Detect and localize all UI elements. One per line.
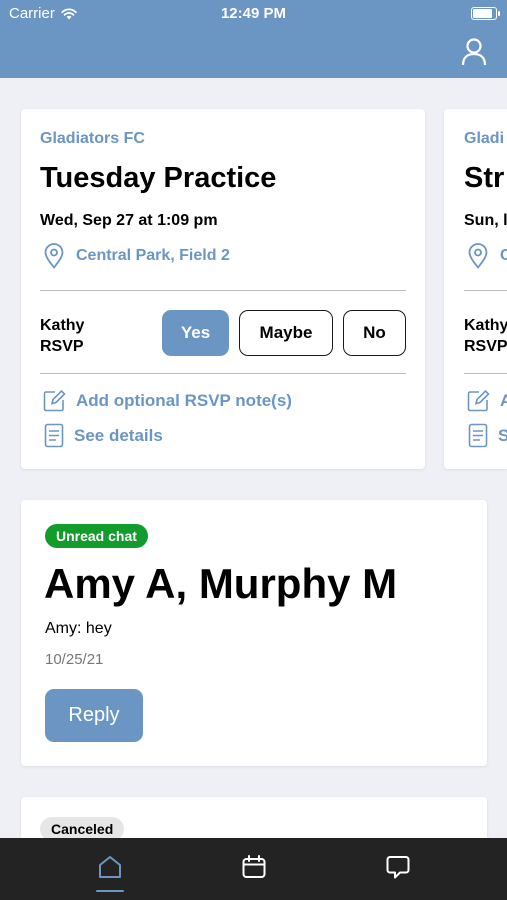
document-icon xyxy=(468,423,488,448)
chat-card[interactable]: Unread chat Amy A, Murphy M Amy: hey 10/… xyxy=(21,500,487,766)
clock: 12:49 PM xyxy=(220,5,287,22)
event-location[interactable]: Central Park, Field 2 xyxy=(44,243,230,269)
team-name[interactable]: Gladiators FC xyxy=(40,130,145,148)
chat-date: 10/25/21 xyxy=(45,651,104,668)
rsvp-name-line2: RSVP xyxy=(40,338,84,355)
rsvp-name-line1: Kathy xyxy=(464,317,507,334)
tab-home[interactable] xyxy=(95,852,125,882)
home-icon xyxy=(99,856,121,878)
event-card[interactable]: Gladiators FC Tuesday Practice Wed, Sep … xyxy=(21,109,425,469)
event-datetime: Wed, Sep 27 at 1:09 pm xyxy=(40,212,218,229)
status-bar: Carrier 12:49 PM xyxy=(0,0,507,28)
chat-last-message: Amy: hey xyxy=(45,620,112,637)
rsvp-yes-button[interactable]: Yes xyxy=(162,310,229,356)
event-title: Tuesday Practice xyxy=(40,162,277,194)
calendar-icon xyxy=(242,855,266,878)
edit-icon xyxy=(43,389,66,412)
see-details-label: S xyxy=(498,425,507,445)
see-details-link[interactable]: See details xyxy=(44,423,163,448)
divider xyxy=(40,373,406,374)
location-label: Central Park, Field 2 xyxy=(76,247,230,264)
location-pin-icon xyxy=(468,243,488,269)
see-details-label: See details xyxy=(74,425,163,445)
location-pin-icon xyxy=(44,243,64,269)
chat-icon xyxy=(386,856,410,879)
rsvp-member-name: Kathy RSVP xyxy=(464,315,507,357)
unread-chat-badge: Unread chat xyxy=(45,524,148,548)
edit-icon xyxy=(467,389,490,412)
see-details-link[interactable]: S xyxy=(468,423,507,448)
event-datetime: Sun, l xyxy=(464,212,507,229)
rsvp-name-line1: Kathy xyxy=(40,317,85,334)
rsvp-name-line2: RSVP xyxy=(464,338,507,355)
battery-icon xyxy=(471,7,500,20)
app-header: Carrier 12:49 PM xyxy=(0,0,507,78)
add-rsvp-note-link[interactable]: A xyxy=(466,389,507,413)
rsvp-member-name: Kathy RSVP xyxy=(40,315,84,357)
chat-title: Amy A, Murphy M xyxy=(44,560,398,607)
tab-calendar[interactable] xyxy=(239,852,269,882)
add-note-label: A xyxy=(500,391,507,410)
document-icon xyxy=(44,423,64,448)
rsvp-no-button[interactable]: No xyxy=(343,310,406,356)
event-location[interactable]: C xyxy=(468,243,507,269)
profile-icon[interactable] xyxy=(461,38,487,66)
divider xyxy=(40,290,406,291)
event-card-next[interactable]: Gladi Str Sun, l C Kathy RSVP A S xyxy=(444,109,507,469)
tab-chat[interactable] xyxy=(383,852,413,882)
event-title: Str xyxy=(464,162,505,194)
add-rsvp-note-link[interactable]: Add optional RSVP note(s) xyxy=(42,389,292,413)
reply-button[interactable]: Reply xyxy=(45,689,143,742)
active-tab-indicator xyxy=(96,890,124,892)
location-label: C xyxy=(500,247,507,264)
divider xyxy=(464,290,507,291)
add-note-label: Add optional RSVP note(s) xyxy=(76,391,292,410)
tab-bar xyxy=(0,838,507,900)
rsvp-maybe-button[interactable]: Maybe xyxy=(239,310,333,356)
team-name[interactable]: Gladi xyxy=(464,130,504,148)
divider xyxy=(464,373,507,374)
